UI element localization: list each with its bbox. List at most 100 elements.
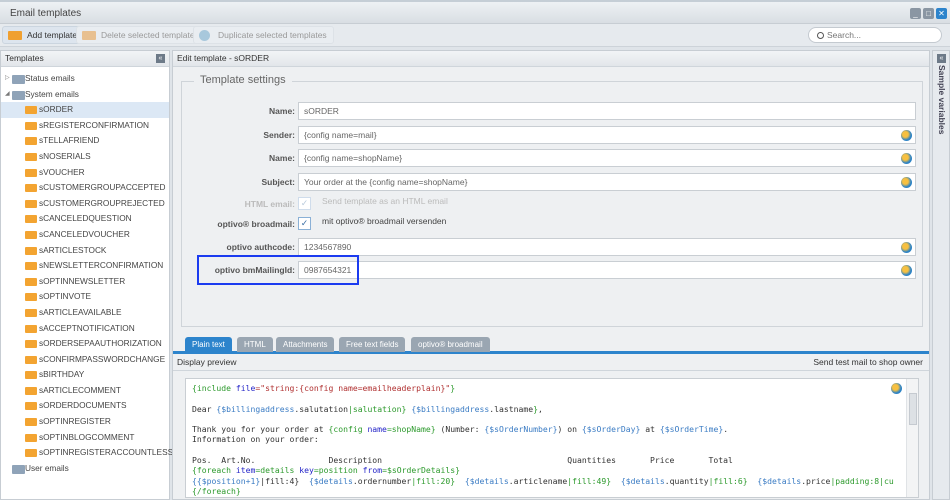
code-line: {{$position+1}|fill:4} {$details.ordernu… [192,476,912,486]
editor-scrollbar[interactable] [906,379,918,497]
add-template-label: Add template [27,30,78,40]
scrollbar-thumb[interactable] [909,393,917,425]
template-item[interactable]: sREGISTERCONFIRMATION [1,118,169,134]
template-item[interactable]: sVOUCHER [1,165,169,181]
template-item-label: sOPTINREGISTER [39,416,111,427]
template-item-label: sOPTINNEWSLETTER [39,275,126,286]
template-item[interactable]: sOPTINREGISTER [1,414,169,430]
display-preview-button[interactable]: Display preview [177,354,237,370]
template-item-label: sCANCELEDVOUCHER [39,228,130,239]
sample-variables-title: Sample variables [937,65,947,135]
maximize-button[interactable]: □ [923,8,934,19]
mail-icon [25,371,37,380]
authcode-field[interactable]: 1234567890 [298,238,916,256]
duplicate-icon [199,30,210,41]
code-token: , [538,403,543,414]
template-item-label: sACCEPTNOTIFICATION [39,322,135,333]
template-item[interactable]: sNEWSLETTERCONFIRMATION [1,258,169,274]
broadmail-text: mit optivo® broadmail versenden [322,216,447,226]
template-item[interactable]: sORDERSEPAAUTHORIZATION [1,336,169,352]
from-name-field[interactable]: {config name=shopName} [298,149,916,167]
minimize-button[interactable]: _ [910,8,921,19]
folder-user-emails[interactable]: User emails [1,461,169,477]
collapse-arrow-icon[interactable]: ◢ [5,87,10,103]
translate-globe-icon[interactable] [901,153,912,164]
preview-toolbar: Display preview Send test mail to shop o… [173,354,929,371]
mailingid-field[interactable]: 0987654321 [298,261,916,279]
template-item[interactable]: sCUSTOMERGROUPACCEPTED [1,180,169,196]
code-token: |salutation} [347,403,407,414]
translate-globe-icon[interactable] [901,265,912,276]
template-item[interactable]: sOPTINVOTE [1,289,169,305]
template-item[interactable]: sCANCELEDVOUCHER [1,227,169,243]
folder-label: Status emails [25,73,75,83]
template-item-label: sCANCELEDQUESTION [39,213,132,224]
template-item-label: sNEWSLETTERCONFIRMATION [39,260,164,271]
template-item[interactable]: sARTICLEAVAILABLE [1,305,169,321]
mail-icon [25,386,37,395]
window-titlebar: Email templates _ □ ✕ [0,0,950,24]
add-template-button[interactable]: Add template [2,26,85,44]
template-item[interactable]: sARTICLECOMMENT [1,383,169,399]
tab-optivo-broadmail[interactable]: optivo® broadmail [411,337,490,352]
collapse-left-button[interactable]: « [156,54,165,63]
code-token: {$details [620,475,665,486]
name-field[interactable]: sORDER [298,102,916,120]
code-line: Dear {$billingaddress.salutation|salutat… [192,404,912,414]
tab-free-text-fields[interactable]: Free text fields [339,337,406,352]
close-button[interactable]: ✕ [936,8,947,19]
template-item[interactable]: sOPTINREGISTERACCOUNTLESS [1,445,173,461]
html-email-checkbox[interactable]: ✓ [298,197,311,210]
tab-attachments[interactable]: Attachments [276,337,335,352]
send-test-mail-button[interactable]: Send test mail to shop owner [813,354,923,370]
expand-right-button[interactable]: « [937,54,946,63]
code-token: } [450,383,456,393]
translate-globe-icon[interactable] [891,383,902,394]
code-token: {/foreach} [192,485,241,496]
code-token: item [235,465,256,476]
code-token: |fill:6} [708,475,748,486]
template-item[interactable]: sORDER [1,102,169,118]
mail-icon [25,121,37,130]
sample-variables-panel[interactable]: « Sample variables [932,50,950,500]
template-item[interactable]: sCONFIRMPASSWORDCHANGE [1,352,169,368]
translate-globe-icon[interactable] [901,130,912,141]
template-item-label: sCONFIRMPASSWORDCHANGE [39,353,166,364]
plain-text-editor[interactable]: {include file="string:{config name=email… [185,378,919,498]
template-item[interactable]: sCUSTOMERGROUPREJECTED [1,196,169,212]
code-token: {$details [757,475,802,486]
duplicate-templates-button[interactable]: Duplicate selected templates [193,26,334,44]
delete-mail-icon [82,31,96,40]
translate-globe-icon[interactable] [901,242,912,253]
mail-icon [25,215,37,224]
templates-panel-title: Templates [5,53,44,63]
mail-icon [25,152,37,161]
expand-arrow-icon[interactable]: ▷ [5,71,10,87]
template-item-label: sARTICLESTOCK [39,244,107,255]
template-item-label: sORDERDOCUMENTS [39,400,127,411]
search-input[interactable] [808,27,942,43]
template-item[interactable]: sACCEPTNOTIFICATION [1,321,169,337]
template-item[interactable]: sORDERDOCUMENTS [1,398,169,414]
broadmail-checkbox[interactable]: ✓ [298,217,311,230]
folder-system-emails[interactable]: ◢ System emails [1,87,169,103]
folder-status-emails[interactable]: ▷ Status emails [1,71,169,87]
template-item[interactable]: sOPTINBLOGCOMMENT [1,430,169,446]
broadmail-label: optivo® broadmail: [217,219,295,229]
code-token: =$sOrderDetails} [382,465,461,476]
template-item[interactable]: sTELLAFRIEND [1,133,169,149]
subject-field[interactable]: Your order at the {config name=shopName} [298,173,916,191]
folder-icon [12,75,25,84]
template-item[interactable]: sNOSERIALS [1,149,169,165]
delete-templates-button[interactable]: Delete selected templates [76,26,206,44]
tab-plain-text[interactable]: Plain text [185,337,232,352]
translate-globe-icon[interactable] [901,177,912,188]
template-item[interactable]: sBIRTHDAY [1,367,169,383]
tab-html[interactable]: HTML [237,337,273,352]
sender-field[interactable]: {config name=mail} [298,126,916,144]
template-item[interactable]: sOPTINNEWSLETTER [1,274,169,290]
code-token: from [362,465,383,476]
template-item[interactable]: sCANCELEDQUESTION [1,211,169,227]
template-item[interactable]: sARTICLESTOCK [1,243,169,259]
